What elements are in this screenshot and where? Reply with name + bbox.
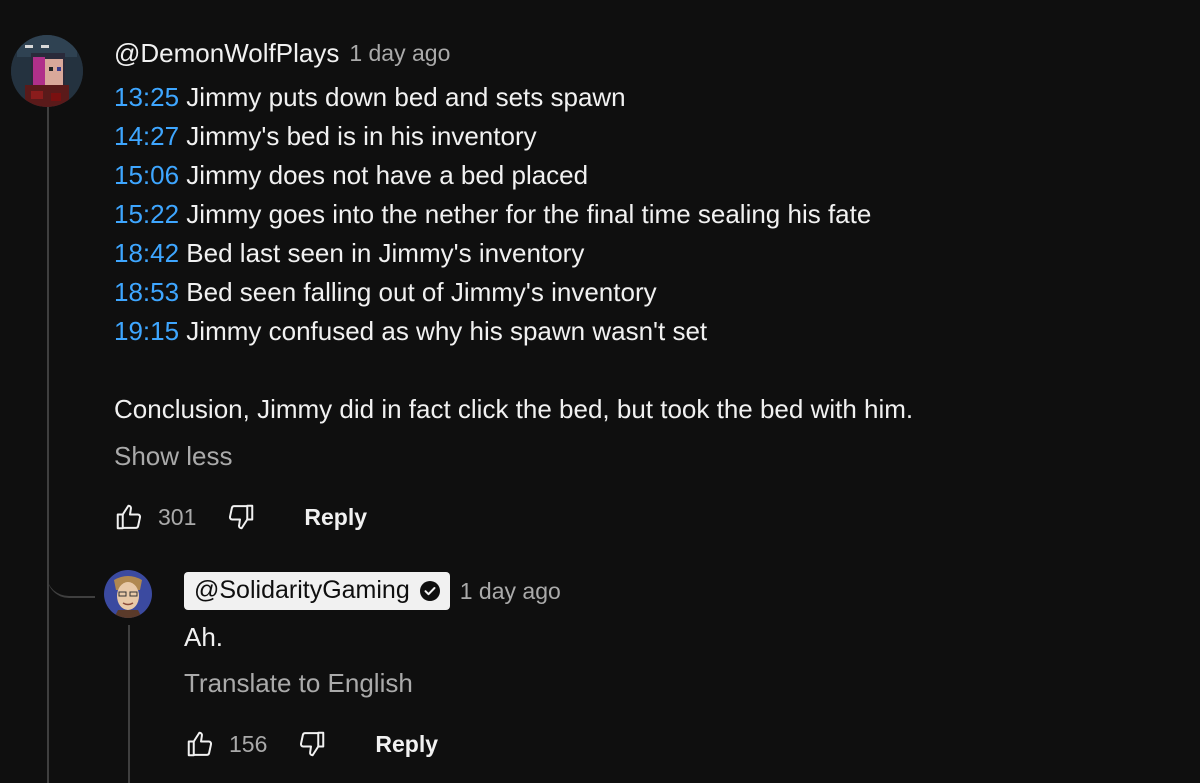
comment-line-text: Jimmy confused as why his spawn wasn't s… <box>179 316 708 346</box>
timestamp-link[interactable]: 18:42 <box>114 238 179 268</box>
reply-header: @SolidarityGaming 1 day ago <box>184 572 561 610</box>
timestamp-link[interactable]: 18:53 <box>114 277 179 307</box>
comment-line-text: Bed seen falling out of Jimmy's inventor… <box>179 277 657 307</box>
timestamp[interactable]: 1 day ago <box>460 578 561 605</box>
cartoon-character-avatar-icon <box>104 570 152 618</box>
timestamp[interactable]: 1 day ago <box>349 40 450 67</box>
comment-conclusion: Conclusion, Jimmy did in fact click the … <box>114 394 914 424</box>
show-less-button[interactable]: Show less <box>114 441 233 472</box>
reply-button[interactable]: Reply <box>304 504 367 531</box>
comment-line-text: Jimmy goes into the nether for the final… <box>179 199 872 229</box>
comment-line: 19:15 Jimmy confused as why his spawn wa… <box>114 312 913 351</box>
comment-body: 13:25 Jimmy puts down bed and sets spawn… <box>114 78 913 429</box>
thumbs-up-icon[interactable] <box>185 729 215 759</box>
comment-line-text: Jimmy's bed is in his inventory <box>179 121 537 151</box>
thread-line-reply <box>128 625 130 783</box>
comment-line: 15:06 Jimmy does not have a bed placed <box>114 156 913 195</box>
timestamp-link[interactable]: 13:25 <box>114 82 179 112</box>
avatar[interactable] <box>104 570 152 618</box>
comment-line: 15:22 Jimmy goes into the nether for the… <box>114 195 913 234</box>
thread-line-main <box>47 98 49 783</box>
thumbs-up-icon[interactable] <box>114 502 144 532</box>
author-name[interactable]: @DemonWolfPlays <box>114 38 339 69</box>
comment-header: @DemonWolfPlays 1 day ago <box>114 38 450 69</box>
comment-line-text: Bed last seen in Jimmy's inventory <box>179 238 585 268</box>
thumbs-down-icon[interactable] <box>226 502 256 532</box>
reply-actions: 156 Reply <box>185 729 438 759</box>
like-count: 156 <box>229 730 268 757</box>
timestamp-link[interactable]: 15:22 <box>114 199 179 229</box>
comment-line: 13:25 Jimmy puts down bed and sets spawn <box>114 78 913 117</box>
pixel-character-avatar-icon <box>11 35 83 107</box>
comment-line: 14:27 Jimmy's bed is in his inventory <box>114 117 913 156</box>
comment-line: 18:53 Bed seen falling out of Jimmy's in… <box>114 273 913 312</box>
verified-check-icon <box>419 580 440 601</box>
timestamp-link[interactable]: 14:27 <box>114 121 179 151</box>
author-chip[interactable]: @SolidarityGaming <box>184 572 450 610</box>
like-count: 301 <box>158 503 197 530</box>
timestamp-link[interactable]: 19:15 <box>114 316 179 346</box>
translate-button[interactable]: Translate to English <box>184 668 413 699</box>
comment-line: 18:42 Bed last seen in Jimmy's inventory <box>114 234 913 273</box>
comment-line-text: Jimmy does not have a bed placed <box>179 160 589 190</box>
comment-line-text: Jimmy puts down bed and sets spawn <box>179 82 626 112</box>
comment-actions: 301 Reply <box>114 502 367 532</box>
timestamp-link[interactable]: 15:06 <box>114 160 179 190</box>
thumbs-down-icon[interactable] <box>297 729 327 759</box>
thread-connector <box>47 560 95 598</box>
reply-button[interactable]: Reply <box>375 731 438 758</box>
author-name: @SolidarityGaming <box>194 576 410 604</box>
reply-body: Ah. <box>184 622 224 652</box>
avatar[interactable] <box>11 35 83 107</box>
